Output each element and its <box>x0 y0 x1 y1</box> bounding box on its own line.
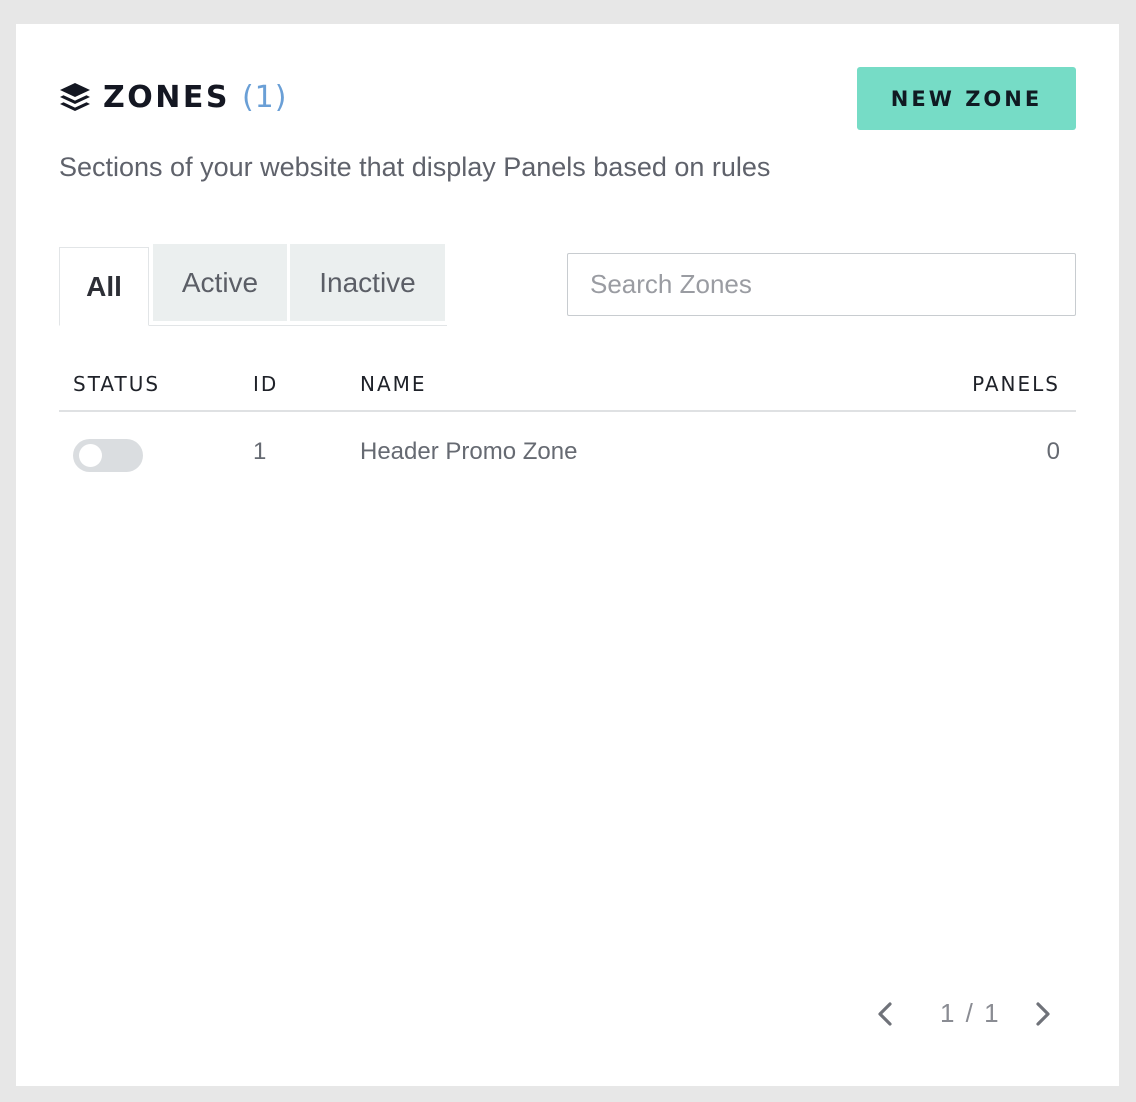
layers-icon <box>59 81 91 115</box>
page-indicator: 1 / 1 <box>940 998 1001 1028</box>
chevron-right-icon[interactable] <box>1024 996 1060 1032</box>
status-toggle[interactable] <box>73 439 143 472</box>
zone-name[interactable]: Header Promo Zone <box>360 438 577 466</box>
zone-count: (1) <box>241 80 288 115</box>
column-name[interactable]: NAME <box>360 372 427 396</box>
tab-active[interactable]: Active <box>153 244 287 321</box>
toggle-knob <box>79 444 102 467</box>
column-status[interactable]: STATUS <box>73 372 160 396</box>
page-subtitle: Sections of your website that display Pa… <box>59 152 771 182</box>
zone-panels-count: 0 <box>1046 438 1060 465</box>
search-zones-input[interactable] <box>567 253 1076 316</box>
zones-table: STATUS ID NAME PANELS 1 Header Promo Zon… <box>59 364 1076 496</box>
tab-all[interactable]: All <box>59 247 149 326</box>
table-header: STATUS ID NAME PANELS <box>59 364 1076 412</box>
filter-tabs: All Active Inactive <box>59 244 447 326</box>
column-panels[interactable]: PANELS <box>972 372 1060 396</box>
zones-card: ZONES (1) NEW ZONE Sections of your webs… <box>16 24 1119 1086</box>
page-title: ZONES <box>103 80 230 115</box>
new-zone-button[interactable]: NEW ZONE <box>857 67 1076 130</box>
chevron-left-icon[interactable] <box>868 996 904 1032</box>
table-row[interactable]: 1 Header Promo Zone 0 <box>59 412 1076 496</box>
column-id[interactable]: ID <box>253 372 278 396</box>
page-header: ZONES (1) <box>59 80 287 115</box>
tab-inactive[interactable]: Inactive <box>290 244 445 321</box>
zone-id: 1 <box>253 438 267 465</box>
pagination: 1 / 1 <box>868 994 1068 1034</box>
